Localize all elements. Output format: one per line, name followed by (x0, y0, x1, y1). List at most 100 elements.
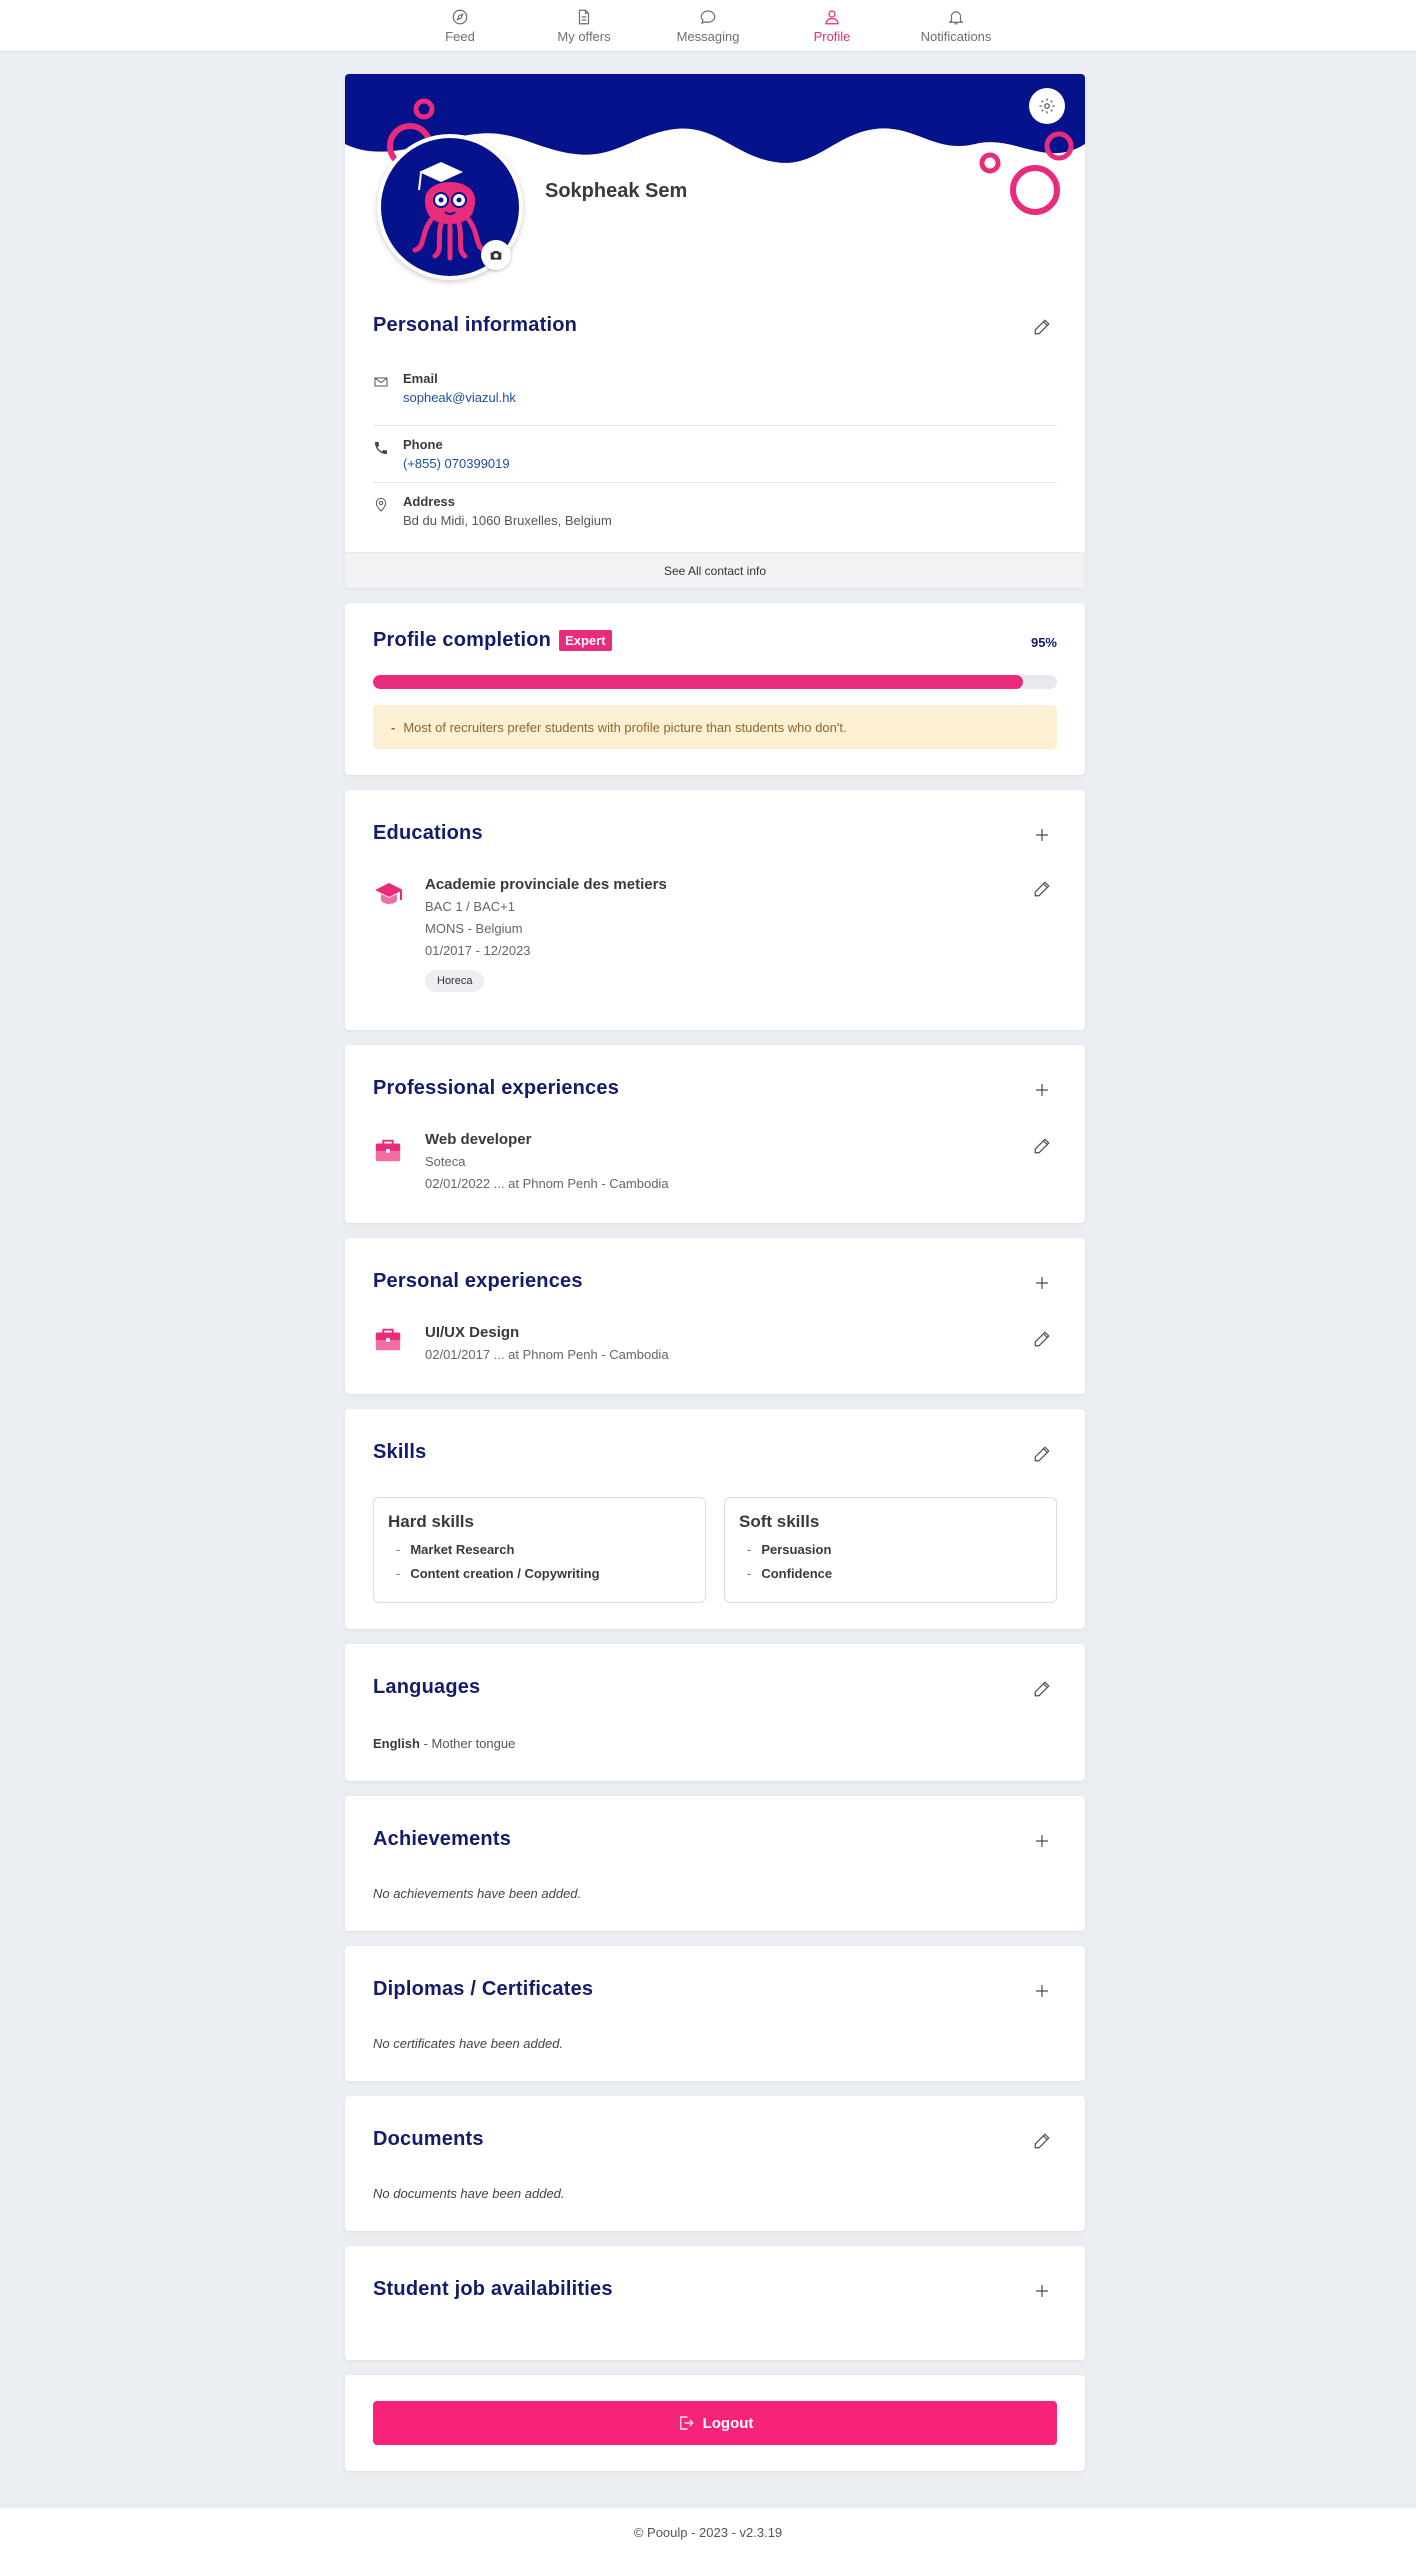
add-diploma-button[interactable] (1027, 1976, 1057, 2006)
add-availability-button[interactable] (1027, 2276, 1057, 2306)
profile-card: Sokpheak Sem Personal information Email … (345, 74, 1085, 588)
logout-card: Logout (345, 2375, 1085, 2471)
language-level: Mother tongue (431, 1736, 516, 1751)
profile-completion-card: Profile completion Expert 95% - Most of … (345, 603, 1085, 775)
plus-icon (1036, 1084, 1048, 1096)
nav-notifications-label: Notifications (920, 29, 992, 44)
logout-button[interactable]: Logout (373, 2401, 1057, 2445)
hard-skills-box: Hard skills - Market Research - Content cr… (373, 1497, 706, 1603)
add-professional-experience-button[interactable] (1027, 1075, 1057, 1105)
language-item: English - Mother tongue (373, 1736, 516, 1751)
nav-messaging-label: Messaging (676, 29, 740, 44)
contact-email-row: Email sopheak@viazul.hk (373, 370, 1057, 426)
availabilities-card: Student job availabilities (345, 2246, 1085, 2360)
nav-messaging[interactable]: Messaging (646, 0, 770, 52)
user-icon (825, 10, 839, 25)
profile-content: Sokpheak Sem Personal information Email … (345, 74, 1085, 2486)
pencil-icon (1034, 881, 1050, 897)
achievements-title: Achievements (373, 1828, 512, 1850)
plus-icon (1036, 1277, 1048, 1289)
skills-card: Skills Hard skills - Market Research - Con… (345, 1409, 1085, 1629)
completion-tip-text: Most of recruiters prefer students with … (403, 719, 847, 735)
education-level: BAC 1 / BAC+1 (425, 899, 515, 914)
nav-profile[interactable]: Profile (770, 0, 894, 52)
pencil-icon (1034, 1446, 1050, 1462)
professional-experiences-card: Professional experiences Web developer S… (345, 1045, 1085, 1223)
soft-skill-item: - Confidence (747, 1566, 833, 1581)
edit-personal-info-button[interactable] (1027, 312, 1057, 342)
location-pin-icon (375, 497, 387, 512)
nav-my-offers-label: My offers (557, 29, 611, 44)
language-name: English (373, 1736, 420, 1751)
top-navigation: Feed My offers Messaging Profile Notific… (0, 0, 1416, 52)
logout-label: Logout (702, 2414, 754, 2432)
change-photo-button[interactable] (481, 240, 511, 270)
education-dates: 01/2017 - 12/2023 (425, 943, 531, 958)
plus-icon (1036, 829, 1048, 841)
level-badge: Expert (559, 630, 612, 651)
envelope-icon (374, 377, 388, 387)
address-value: Bd du Midi, 1060 Bruxelles, Belgium (403, 513, 612, 528)
soft-skills-title: Soft skills (739, 1512, 820, 1531)
email-value[interactable]: sopheak@viazul.hk (403, 388, 516, 408)
settings-button[interactable] (1029, 88, 1065, 124)
briefcase-icon (375, 1328, 401, 1351)
edit-languages-button[interactable] (1027, 1674, 1057, 1704)
diplomas-card: Diplomas / Certificates No certificates … (345, 1946, 1085, 2081)
address-label: Address (403, 494, 456, 509)
soft-skill-item: - Persuasion (747, 1542, 832, 1557)
phone-icon (375, 442, 387, 454)
personal-experience-dates: 02/01/2017 ... at Phnom Penh - Cambodia (425, 1347, 669, 1362)
languages-title: Languages (373, 1676, 481, 1698)
nav-profile-label: Profile (813, 29, 851, 44)
completion-tip: - Most of recruiters prefer students wit… (373, 705, 1057, 749)
pencil-icon (1034, 1138, 1050, 1154)
pencil-icon (1034, 1331, 1050, 1347)
nav-my-offers[interactable]: My offers (522, 0, 646, 52)
nav-notifications[interactable]: Notifications (894, 0, 1018, 52)
footer: © Pooulp - 2023 - v2.3.19 (0, 2508, 1416, 2557)
phone-value[interactable]: (+855) 070399019 (403, 454, 510, 474)
educations-title: Educations (373, 822, 483, 844)
compass-icon (452, 9, 468, 25)
edit-documents-button[interactable] (1027, 2126, 1057, 2156)
skills-title: Skills (373, 1441, 427, 1463)
camera-icon (490, 251, 502, 260)
plus-icon (1036, 1985, 1048, 1997)
achievements-card: Achievements No achievements have been a… (345, 1796, 1085, 1931)
edit-education-button[interactable] (1027, 874, 1057, 904)
footer-text: © Pooulp - 2023 - v2.3.19 (633, 2525, 783, 2540)
add-personal-experience-button[interactable] (1027, 1268, 1057, 1298)
diplomas-title: Diplomas / Certificates (373, 1978, 594, 2000)
professional-experiences-title: Professional experiences (373, 1077, 620, 1099)
education-location: MONS - Belgium (425, 921, 523, 936)
edit-professional-experience-button[interactable] (1027, 1131, 1057, 1161)
documents-card: Documents No documents have been added. (345, 2096, 1085, 2231)
hard-skill-item: - Market Research (396, 1542, 515, 1557)
professional-dates: 02/01/2022 ... at Phnom Penh - Cambodia (425, 1176, 669, 1191)
edit-skills-button[interactable] (1027, 1439, 1057, 1469)
plus-icon (1036, 1835, 1048, 1847)
graduation-cap-icon (375, 883, 403, 904)
add-achievement-button[interactable] (1027, 1826, 1057, 1856)
phone-label: Phone (403, 437, 443, 452)
contact-list: Email sopheak@viazul.hk Phone (+855) 070… (373, 370, 1057, 540)
education-school: Academie provinciale des metiers (425, 876, 667, 893)
personal-experiences-card: Personal experiences UI/UX Design 02/01/… (345, 1238, 1085, 1394)
edit-personal-experience-button[interactable] (1027, 1324, 1057, 1354)
profile-completion-title: Profile completion (373, 629, 552, 651)
pencil-icon (1034, 2133, 1050, 2149)
nav-feed[interactable]: Feed (398, 0, 522, 52)
email-label: Email (403, 371, 438, 386)
profile-name: Sokpheak Sem (545, 180, 688, 202)
languages-card: Languages English - Mother tongue (345, 1644, 1085, 1781)
completion-percent: 95% (1030, 635, 1057, 650)
educations-card: Educations Academie provinciale des meti… (345, 790, 1085, 1030)
achievements-empty-text: No achievements have been added. (373, 1886, 582, 1901)
plus-icon (1036, 2285, 1048, 2297)
add-education-button[interactable] (1027, 820, 1057, 850)
documents-empty-text: No documents have been added. (373, 2186, 565, 2201)
see-all-contact-info-button[interactable]: See All contact info (345, 552, 1085, 588)
personal-experiences-title: Personal experiences (373, 1270, 583, 1292)
chat-icon (700, 10, 716, 24)
